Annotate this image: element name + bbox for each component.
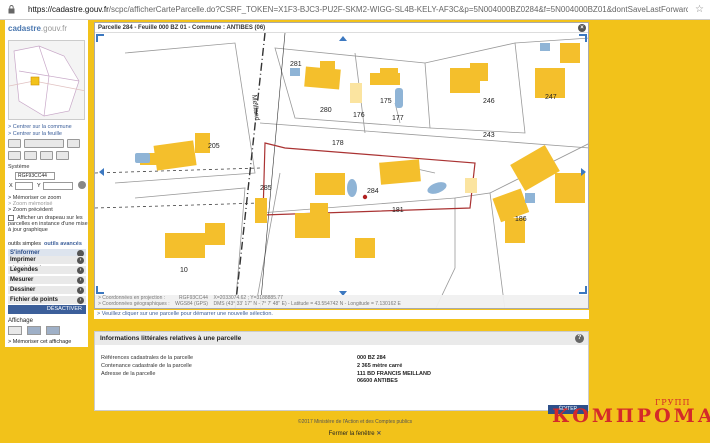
- tools-tabs: outils simples outils avancés: [8, 241, 82, 247]
- close-icon: ✕: [376, 431, 382, 437]
- close-window-label: Fermer la fenêtre: [328, 431, 375, 437]
- pan-left-icon[interactable]: [99, 168, 104, 176]
- zoom-in-button[interactable]: [67, 139, 80, 148]
- parcel-label: 243: [483, 132, 495, 139]
- footer-copyright: ©2017 Ministère de l'Action et des Compt…: [297, 419, 413, 425]
- full-extent-icon[interactable]: [56, 151, 69, 160]
- help-icon[interactable]: ?: [575, 334, 584, 343]
- parcel-label: 10: [180, 267, 188, 274]
- coord-label: > Coordonnées géographiques :: [98, 301, 170, 307]
- coord-system: WGS84 (GPS): [175, 301, 208, 307]
- x-label: X: [9, 183, 13, 189]
- zoom-out-button[interactable]: [8, 139, 21, 148]
- x-input[interactable]: [15, 182, 33, 190]
- info-label: Adresse de la parcelle: [101, 371, 156, 377]
- selection-hint: > Veuillez cliquer sur une parcelle pour…: [94, 310, 589, 319]
- parcel-label: 280: [320, 107, 332, 114]
- parcel-label: 285: [260, 185, 272, 192]
- pan-up-icon[interactable]: [339, 36, 347, 41]
- corner-ne-icon[interactable]: [579, 34, 587, 42]
- parcel-label: 176: [353, 112, 365, 119]
- map-toolbar: [8, 151, 69, 160]
- parcel-info-panel: Informations littérales relatives à une …: [94, 331, 589, 411]
- parcel-label: 246: [483, 98, 495, 105]
- map-title: Parcelle 284 - Feuille 000 BZ 01 - Commu…: [98, 25, 266, 31]
- zoom-box-icon[interactable]: [40, 151, 53, 160]
- expand-icon: ›: [77, 287, 84, 294]
- info-value: 2 365 mètre carré: [357, 363, 403, 369]
- expand-icon: ›: [77, 297, 84, 304]
- y-input[interactable]: [43, 182, 73, 190]
- parcel-label: 177: [392, 115, 404, 122]
- memorize-display-link[interactable]: > Mémoriser cet affichage: [8, 339, 71, 345]
- systeme-select[interactable]: RGF93CC44: [15, 172, 55, 180]
- coord-value: DMS (43° 33' 17'' N - 7° 7' 48'' E) - La…: [213, 301, 401, 307]
- info-city: 06600 ANTIBES: [357, 378, 398, 384]
- tab-advanced-tools[interactable]: outils avancés: [44, 241, 82, 247]
- flag-text-3: à jour graphique: [8, 227, 48, 233]
- corner-nw-icon[interactable]: [96, 34, 104, 42]
- bookmark-star-icon[interactable]: ☆: [695, 4, 704, 15]
- cadastral-map[interactable]: Parcelle 284 - Feuille 000 BZ 01 - Commu…: [94, 22, 589, 309]
- street-label: Meilland: [250, 94, 260, 121]
- info-value: 000 BZ 284: [357, 355, 386, 361]
- menu-label: Fichier de points: [10, 297, 59, 303]
- menu-fichier-points[interactable]: Fichier de points ›: [8, 296, 86, 305]
- affichage-title: Affichage: [8, 318, 33, 324]
- display-modes: [8, 326, 60, 335]
- parcel-label: 181: [392, 207, 404, 214]
- address-bar[interactable]: https://cadastre.gouv.fr/scpc/afficherCa…: [0, 0, 710, 20]
- info-header: Informations littérales relatives à une …: [95, 332, 588, 345]
- parcel-label: 178: [332, 140, 344, 147]
- pan-icon[interactable]: [8, 151, 21, 160]
- expand-icon: ›: [77, 257, 84, 264]
- corner-se-icon[interactable]: [579, 286, 587, 294]
- zoom-slider[interactable]: [24, 139, 64, 148]
- parcel-label: 186: [515, 216, 527, 223]
- parcel-label: 175: [380, 98, 392, 105]
- info-title: Informations littérales relatives à une …: [100, 335, 242, 342]
- menu-label: Légendes: [10, 267, 39, 273]
- parcel-label: 281: [290, 61, 302, 68]
- coordinates-panel: > Coordonnées en projection : RGF93CC44 …: [95, 295, 588, 308]
- lock-icon: [6, 5, 16, 15]
- map-header: Parcelle 284 - Feuille 000 BZ 01 - Commu…: [95, 23, 588, 33]
- y-label: Y: [37, 183, 41, 189]
- expand-icon: ›: [77, 267, 84, 274]
- display-mixed-icon[interactable]: [46, 326, 60, 335]
- parcel-label: 247: [545, 94, 557, 101]
- corner-sw-icon[interactable]: [96, 286, 104, 294]
- move-icon[interactable]: [24, 151, 37, 160]
- center-commune-link[interactable]: > Centrer sur la commune: [8, 124, 72, 130]
- zoom-toolbar: [8, 139, 80, 148]
- menu-label: Mesurer: [10, 277, 34, 283]
- close-icon[interactable]: ×: [578, 24, 586, 32]
- map-canvas[interactable]: Meilland 281 280 175 176 177 246 247 178…: [95, 23, 589, 309]
- close-window-button[interactable]: Fermer la fenêtre ✕: [0, 430, 710, 443]
- logo[interactable]: cadastre.gouv.fr: [8, 24, 67, 33]
- menu-mesurer[interactable]: Mesurer ›: [8, 276, 86, 285]
- menu-label: Imprimer: [10, 257, 36, 263]
- info-value: 111 BD FRANCIS MEILLAND: [357, 371, 431, 377]
- deactivate-button[interactable]: DÉSACTIVER: [8, 305, 86, 314]
- display-ortho-icon[interactable]: [27, 326, 41, 335]
- menu-imprimer[interactable]: Imprimer ›: [8, 256, 86, 265]
- menu-legendes[interactable]: Légendes ›: [8, 266, 86, 275]
- menu-label: Dessiner: [10, 287, 36, 293]
- parcel-label: 205: [208, 143, 220, 150]
- info-label: Contenance cadastrale de la parcelle: [101, 363, 192, 369]
- parcel-label: 284: [367, 188, 379, 195]
- display-plan-icon[interactable]: [8, 326, 22, 335]
- overview-minimap[interactable]: [8, 40, 85, 120]
- locate-icon[interactable]: [78, 181, 86, 189]
- tab-simple-tools[interactable]: outils simples: [8, 241, 41, 247]
- menu-dessiner[interactable]: Dessiner ›: [8, 286, 86, 295]
- expand-icon: ›: [77, 277, 84, 284]
- url-text[interactable]: https://cadastre.gouv.fr/scpc/afficherCa…: [28, 5, 688, 14]
- info-label: Références cadastrales de la parcelle: [101, 355, 194, 361]
- systeme-label: Système: [8, 164, 30, 170]
- zoom-previous-link[interactable]: > Zoom précédent: [8, 207, 53, 213]
- center-feuille-link[interactable]: > Centrer sur la feuille: [8, 131, 62, 137]
